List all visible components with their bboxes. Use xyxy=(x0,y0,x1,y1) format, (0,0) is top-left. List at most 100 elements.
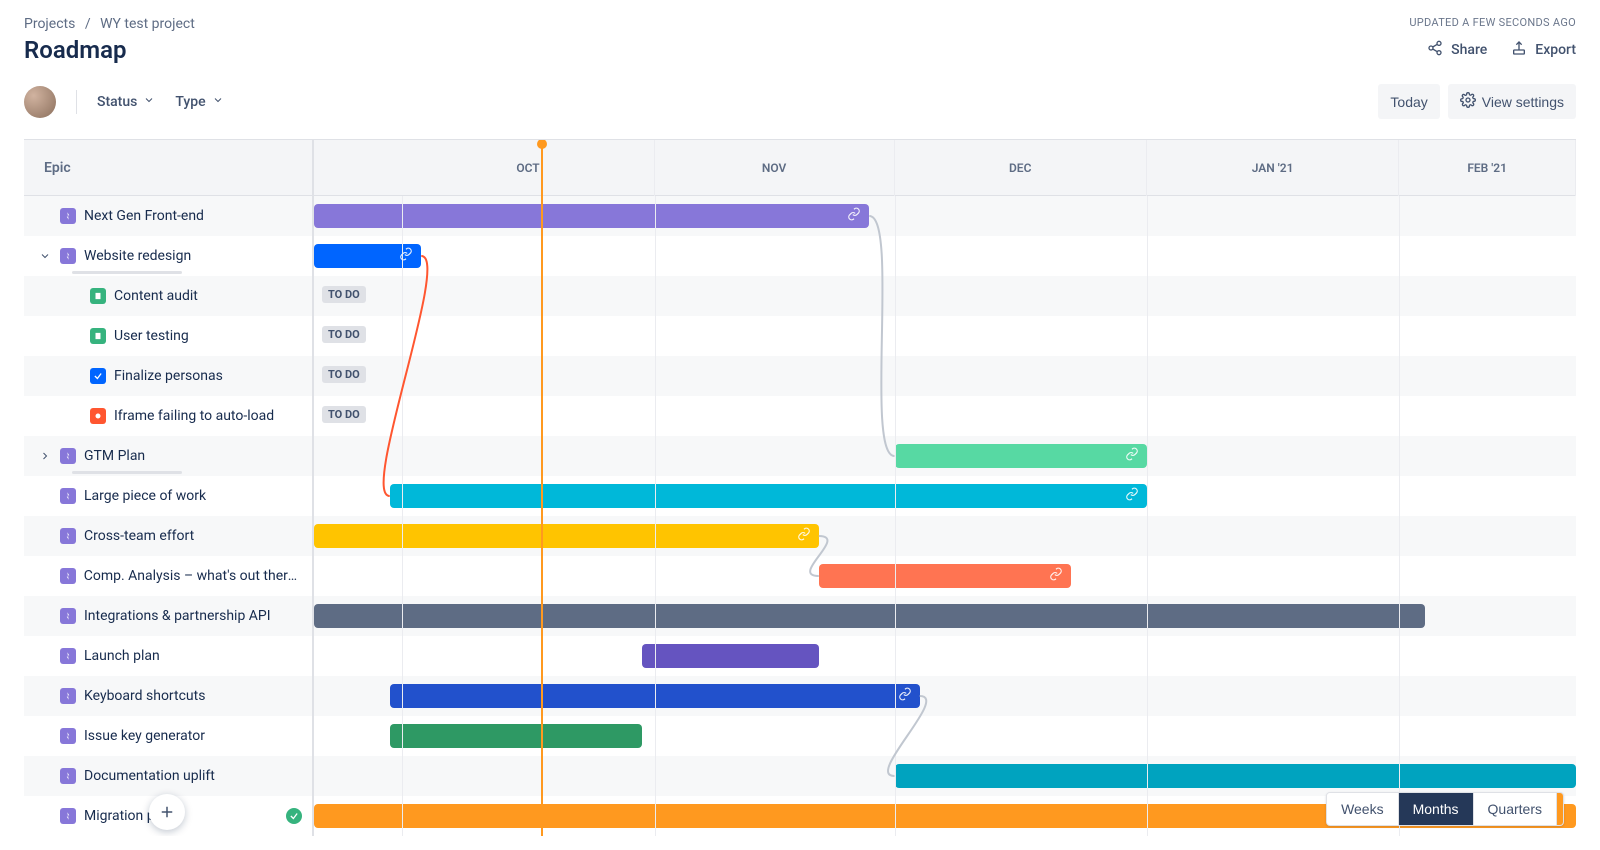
sidebar-header: Epic xyxy=(24,140,312,196)
link-icon xyxy=(898,687,912,705)
roadmap-container: Epic Next Gen Front-end Website redesign xyxy=(24,139,1576,836)
epic-row[interactable]: Integrations & partnership API xyxy=(24,596,312,636)
epic-icon xyxy=(60,528,76,544)
timeline-row[interactable]: TO DO xyxy=(314,356,1576,396)
timeline-row[interactable] xyxy=(314,676,1576,716)
add-button[interactable] xyxy=(149,794,185,830)
timeline-row[interactable]: TO DO xyxy=(314,396,1576,436)
epic-icon xyxy=(60,208,76,224)
timeline-row[interactable] xyxy=(314,756,1576,796)
epic-row[interactable]: Issue key generator xyxy=(24,716,312,756)
gantt-bar[interactable] xyxy=(314,244,421,268)
epic-row[interactable]: Comp. Analysis – what's out there? xyxy=(24,556,312,596)
timeline-row[interactable] xyxy=(314,436,1576,476)
child-row[interactable]: Content audit xyxy=(24,276,312,316)
view-months[interactable]: Months xyxy=(1399,793,1474,825)
view-weeks[interactable]: Weeks xyxy=(1327,793,1399,825)
timeline-row[interactable] xyxy=(314,636,1576,676)
epic-row[interactable]: GTM Plan xyxy=(24,436,312,476)
epic-row[interactable]: Website redesign xyxy=(24,236,312,276)
avatar[interactable] xyxy=(24,86,56,118)
expand-icon[interactable] xyxy=(38,450,52,462)
gantt-bar[interactable] xyxy=(314,604,1425,628)
epic-icon xyxy=(60,248,76,264)
timeline[interactable]: OCTNOVDECJAN '21FEB '21 TO DO TO DO TO DO T… xyxy=(314,140,1576,836)
timeline-row[interactable] xyxy=(314,516,1576,556)
gantt-bar[interactable] xyxy=(895,444,1147,468)
epic-row[interactable]: Keyboard shortcuts xyxy=(24,676,312,716)
timeline-row[interactable]: TO DO xyxy=(314,276,1576,316)
epic-icon xyxy=(60,688,76,704)
gantt-bar[interactable] xyxy=(895,764,1576,788)
gantt-bar[interactable] xyxy=(390,484,1147,508)
month-column: NOV xyxy=(655,140,895,196)
view-quarters[interactable]: Quarters xyxy=(1474,793,1557,825)
page-title: Roadmap xyxy=(24,36,126,64)
epic-sidebar: Epic Next Gen Front-end Website redesign xyxy=(24,140,314,836)
gantt-bar[interactable] xyxy=(390,724,642,748)
link-icon xyxy=(797,527,811,545)
child-row[interactable]: Iframe failing to auto-load xyxy=(24,396,312,436)
export-label: Export xyxy=(1535,42,1576,58)
done-badge xyxy=(286,808,302,824)
filter-type[interactable]: Type xyxy=(175,94,223,110)
breadcrumb-project[interactable]: WY test project xyxy=(100,16,195,32)
epic-icon xyxy=(60,568,76,584)
epic-icon xyxy=(60,648,76,664)
epic-icon xyxy=(60,608,76,624)
timeline-row[interactable] xyxy=(314,556,1576,596)
epic-icon xyxy=(60,448,76,464)
share-button[interactable]: Share xyxy=(1427,40,1487,60)
epic-row[interactable]: Next Gen Front-end xyxy=(24,196,312,236)
today-line xyxy=(541,140,543,836)
link-icon xyxy=(1049,567,1063,585)
chevron-down-icon xyxy=(143,94,155,110)
gantt-bar[interactable] xyxy=(314,524,819,548)
month-column: JAN '21 xyxy=(1147,140,1399,196)
gear-icon xyxy=(1460,92,1476,111)
view-switcher: Weeks Months Quarters xyxy=(1326,792,1564,826)
export-button[interactable]: Export xyxy=(1511,40,1576,60)
filter-status[interactable]: Status xyxy=(97,94,155,110)
status-badge: TO DO xyxy=(322,326,366,343)
epic-row[interactable]: Large piece of work xyxy=(24,476,312,516)
timeline-row[interactable] xyxy=(314,596,1576,636)
share-icon xyxy=(1427,40,1443,60)
link-icon xyxy=(1125,487,1139,505)
month-column: FEB '21 xyxy=(1399,140,1576,196)
collapse-icon[interactable] xyxy=(38,250,52,262)
month-column: DEC xyxy=(895,140,1147,196)
timeline-row[interactable] xyxy=(314,716,1576,756)
child-row[interactable]: Finalize personas xyxy=(24,356,312,396)
child-row[interactable]: User testing xyxy=(24,316,312,356)
gantt-bar[interactable] xyxy=(819,564,1071,588)
epic-row[interactable]: Documentation uplift xyxy=(24,756,312,796)
gantt-bar[interactable] xyxy=(314,204,869,228)
export-icon xyxy=(1511,40,1527,60)
story-icon xyxy=(90,288,106,304)
epic-row[interactable]: Cross-team effort xyxy=(24,516,312,556)
epic-icon xyxy=(60,808,76,824)
timeline-row[interactable] xyxy=(314,236,1576,276)
timeline-header: OCTNOVDECJAN '21FEB '21 xyxy=(314,140,1576,196)
share-label: Share xyxy=(1451,42,1487,58)
task-icon xyxy=(90,368,106,384)
link-icon xyxy=(1125,447,1139,465)
epic-icon xyxy=(60,768,76,784)
story-icon xyxy=(90,328,106,344)
today-button[interactable]: Today xyxy=(1378,84,1439,119)
breadcrumb-projects[interactable]: Projects xyxy=(24,16,75,32)
bug-icon xyxy=(90,408,106,424)
status-badge: TO DO xyxy=(322,406,366,423)
view-settings-button[interactable]: View settings xyxy=(1448,84,1576,119)
timeline-row[interactable]: TO DO xyxy=(314,316,1576,356)
timeline-row[interactable] xyxy=(314,476,1576,516)
epic-row[interactable]: Launch plan xyxy=(24,636,312,676)
epic-icon xyxy=(60,488,76,504)
status-badge: TO DO xyxy=(322,366,366,383)
chevron-down-icon xyxy=(212,94,224,110)
timeline-row[interactable] xyxy=(314,196,1576,236)
link-icon xyxy=(847,207,861,225)
gantt-bar[interactable] xyxy=(642,644,819,668)
updated-text: UPDATED A FEW SECONDS AGO xyxy=(1409,16,1576,29)
